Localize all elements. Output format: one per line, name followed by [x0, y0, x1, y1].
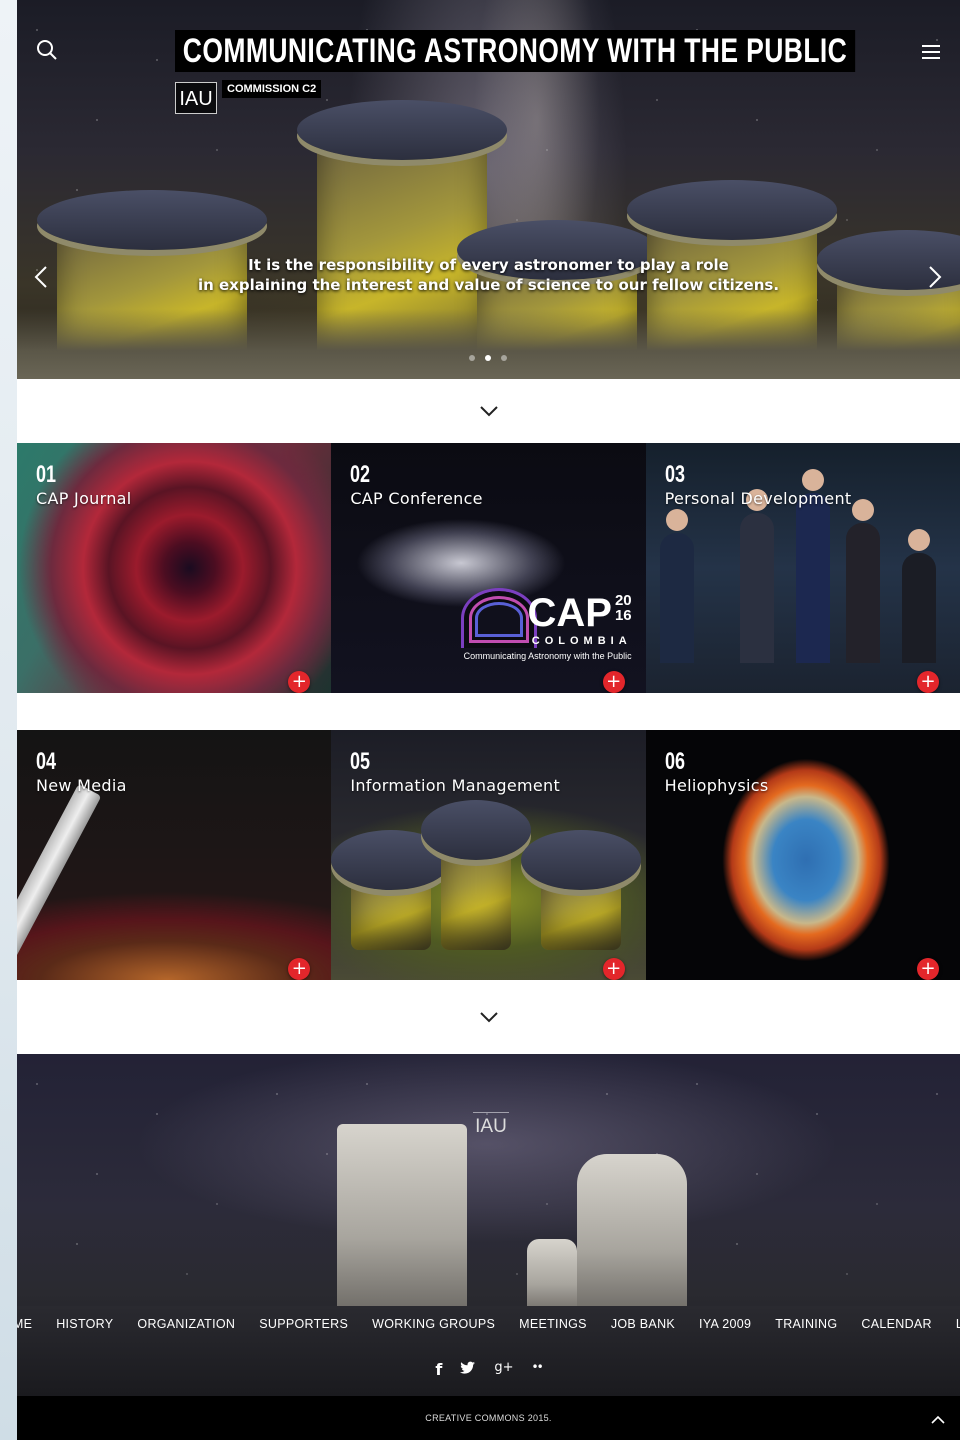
plus-icon[interactable]: +	[916, 671, 939, 693]
nav-meetings[interactable]: MEETINGS	[507, 1317, 599, 1331]
footer-nav: HOME HISTORY ORGANIZATION SUPPORTERS WOR…	[17, 1317, 960, 1331]
plus-icon[interactable]: +	[288, 958, 311, 980]
ground	[17, 309, 960, 379]
tile-number: 04	[36, 748, 57, 775]
tile-cap-journal[interactable]: 01 CAP Journal +	[17, 443, 332, 693]
slider-dots	[469, 355, 507, 361]
search-icon[interactable]	[33, 36, 61, 64]
footer-image: IAU	[17, 1054, 960, 1396]
hamburger-menu-icon[interactable]	[917, 38, 945, 66]
tile-row-1: 01 CAP Journal + 02 CAP Conference CAP 20…	[17, 443, 960, 693]
person-figure	[659, 509, 694, 663]
nav-supporters[interactable]: SUPPORTERS	[247, 1317, 360, 1331]
page: COMMUNICATING ASTRONOMY WITH THE PUBLIC …	[17, 0, 960, 1440]
person-figure	[795, 469, 830, 663]
flickr-icon[interactable]: ••	[531, 1360, 543, 1379]
tile-label: Personal Development	[664, 489, 852, 508]
nav-links[interactable]: LINKS	[944, 1317, 960, 1331]
commission-badge: COMMISSION C2	[222, 80, 322, 98]
cap-logo-tagline: Communicating Astronomy with the Public	[463, 651, 632, 661]
plus-icon[interactable]: +	[602, 958, 625, 980]
slider-dot-2[interactable]	[485, 355, 491, 361]
hero-quote-line2: in explaining the interest and value of …	[197, 276, 780, 294]
person-figure	[739, 489, 774, 663]
bottom-bar: CREATIVE COMMONS 2015.	[17, 1396, 960, 1440]
antenna-graphic	[331, 830, 452, 950]
chevron-down-icon[interactable]	[479, 1008, 499, 1027]
nav-organization[interactable]: ORGANIZATION	[125, 1317, 247, 1331]
cap-logo-year-top: 20	[614, 592, 632, 609]
tile-number: 01	[36, 461, 57, 488]
nav-training[interactable]: TRAINING	[763, 1317, 849, 1331]
telescope-building	[527, 1239, 577, 1314]
tile-number: 06	[664, 748, 685, 775]
site-title[interactable]: COMMUNICATING ASTRONOMY WITH THE PUBLIC	[175, 30, 856, 72]
cap-logo-big: CAP	[527, 591, 612, 635]
nav-iya-2009[interactable]: IYA 2009	[687, 1317, 763, 1331]
tile-number: 03	[664, 461, 685, 488]
nav-history[interactable]: HISTORY	[44, 1317, 125, 1331]
slider-dot-1[interactable]	[469, 355, 475, 361]
cap-logo-year-bottom: 16	[614, 607, 632, 624]
tile-label: CAP Conference	[350, 489, 483, 508]
plus-icon[interactable]: +	[288, 671, 311, 693]
cap-logo-country: COLOMBIA	[531, 635, 632, 647]
tile-number: 02	[350, 461, 371, 488]
twitter-icon[interactable]	[460, 1360, 476, 1379]
person-figure	[901, 529, 936, 663]
slider-dot-3[interactable]	[501, 355, 507, 361]
person-figure	[845, 499, 880, 663]
facebook-icon[interactable]: f	[435, 1360, 442, 1379]
tile-label: New Media	[36, 776, 127, 795]
iau-logo[interactable]: IAU	[175, 82, 217, 114]
tile-personal-development[interactable]: 03 Personal Development +	[645, 443, 960, 693]
cap-2016-logo: CAP 20 16 COLOMBIA Communicating Astronomy…	[464, 593, 632, 661]
antenna-graphic	[521, 830, 642, 950]
google-plus-icon[interactable]: g+	[494, 1360, 513, 1379]
chevron-up-icon[interactable]	[930, 1410, 946, 1429]
robotic-arm-graphic	[17, 783, 102, 964]
nav-calendar[interactable]: CALENDAR	[849, 1317, 943, 1331]
copyright-text: CREATIVE COMMONS 2015.	[425, 1413, 552, 1423]
tile-row-gap	[17, 693, 960, 730]
scroll-band-1	[17, 379, 960, 443]
hero-quote: It is the responsibility of every astron…	[17, 255, 960, 295]
antenna-graphic	[421, 800, 532, 950]
telescope-building	[577, 1154, 687, 1314]
tile-label: Information Management	[350, 776, 561, 795]
tile-row-2: 04 New Media + 05 Information Management…	[17, 730, 960, 980]
plus-icon[interactable]: +	[916, 958, 939, 980]
chevron-down-icon[interactable]	[479, 402, 499, 421]
tile-new-media[interactable]: 04 New Media +	[17, 730, 332, 980]
social-links: f g+ ••	[17, 1360, 960, 1379]
plus-icon[interactable]: +	[602, 671, 625, 693]
tile-cap-conference[interactable]: 02 CAP Conference CAP 20 16 COLOMBIA Commu…	[331, 443, 646, 693]
tile-information-management[interactable]: 05 Information Management +	[331, 730, 646, 980]
hero-quote-line1: It is the responsibility of every astron…	[248, 256, 729, 274]
tile-label: Heliophysics	[664, 776, 769, 795]
nav-job-bank[interactable]: JOB BANK	[599, 1317, 687, 1331]
telescope-building	[337, 1124, 467, 1314]
tile-heliophysics[interactable]: 06 Heliophysics +	[645, 730, 960, 980]
tile-number: 05	[350, 748, 371, 775]
nav-home[interactable]: HOME	[17, 1317, 44, 1331]
tile-label: CAP Journal	[36, 489, 132, 508]
cap-logo-title: CAP 20 16	[464, 593, 632, 633]
hero-slider: COMMUNICATING ASTRONOMY WITH THE PUBLIC …	[17, 0, 960, 379]
footer-iau-logo[interactable]: IAU	[473, 1112, 509, 1140]
scroll-band-2	[17, 980, 960, 1054]
nav-working-groups[interactable]: WORKING GROUPS	[360, 1317, 507, 1331]
